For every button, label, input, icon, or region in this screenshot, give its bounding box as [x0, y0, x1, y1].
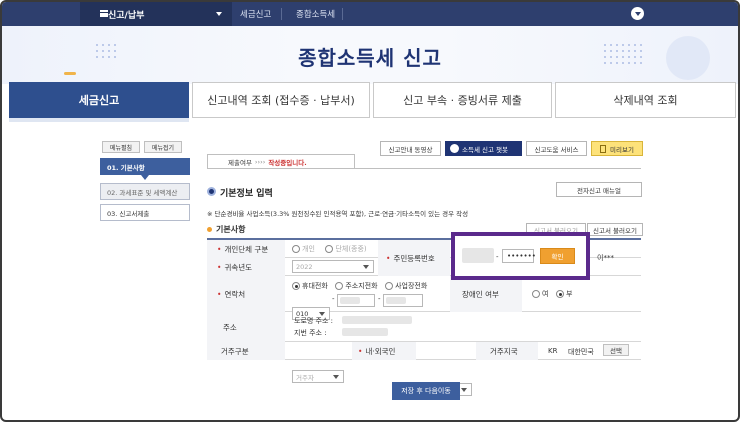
tab-attachments-submission[interactable]: 신고 부속 · 증빙서류 제출 [373, 82, 552, 118]
phone-dash: - [332, 295, 335, 303]
radio-business-phone[interactable] [385, 282, 394, 290]
taxpayer-name-masked: 이*** [597, 254, 614, 262]
country-select-button[interactable]: 선택 [603, 344, 629, 356]
rrn-confirm-button[interactable]: 확인 [540, 248, 575, 264]
page-title: 종합소득세 신고 [298, 46, 442, 70]
expand-nav-button[interactable] [631, 7, 644, 20]
submission-status: 제출여부 ›››› 작성중입니다. [207, 154, 355, 168]
section-title: 기본정보 입력 [220, 189, 273, 199]
notice-text: ※ 단순경비율 사업소득(3.3% 원천징수된 인적용역 포함), 근로·연금·… [207, 210, 469, 218]
radio-mobile-label: 휴대전화 [302, 282, 328, 290]
document-icon [600, 144, 607, 153]
divider [207, 168, 641, 169]
chatbot-label: 소득세 신고 챗봇 [462, 145, 508, 154]
radio-home-phone[interactable] [335, 282, 344, 290]
tax-year-label: 귀속년도 [207, 258, 285, 276]
rrn-front-input[interactable] [462, 248, 494, 263]
phone-middle-input[interactable] [337, 294, 375, 307]
residence-select[interactable]: 거주자 [292, 370, 344, 383]
breadcrumb-divider [281, 8, 282, 20]
masked-value [386, 297, 406, 304]
tab-filing-history[interactable]: 신고내역 조회 (접수증 · 납부서) [192, 82, 370, 118]
section-bullet-icon [207, 187, 216, 196]
radio-individual[interactable] [292, 245, 300, 253]
chatbot-button[interactable]: 소득세 신고 챗봇 [445, 141, 522, 156]
rrn-dash: - [496, 253, 499, 261]
lot-address-label: 지번 주소 : [294, 329, 327, 337]
video-guide-button[interactable]: 신고안내 동영상 [380, 141, 441, 156]
radio-disability-no[interactable] [556, 290, 564, 298]
radio-group-label: 단체(종중) [335, 245, 367, 253]
hamburger-icon [100, 10, 108, 17]
breadcrumb-divider [342, 8, 343, 20]
active-indicator-icon [141, 175, 149, 180]
e-filing-manual-button[interactable]: 전자신고 매뉴얼 [556, 182, 642, 197]
helper-service-button[interactable]: 신고도움 서비스 [526, 141, 587, 156]
radio-disability-yes[interactable] [532, 290, 540, 298]
radio-disability-yes-label: 여 [542, 290, 549, 298]
decorative-dash [64, 72, 76, 75]
radio-disability-no-label: 부 [566, 290, 573, 298]
status-badge: 작성중입니다. [268, 158, 307, 167]
taxpayer-type-label: 개인단체 구분 [207, 240, 285, 258]
residence-label: 거주구분 [207, 342, 285, 360]
save-and-next-button[interactable]: 저장 후 다음이동 [392, 382, 460, 400]
side-menu-item-submit[interactable]: 03. 신고서제출 [100, 204, 190, 221]
preview-label: 미리보기 [610, 145, 634, 154]
contact-label: 연락처 [207, 276, 285, 312]
load-return-button-2[interactable]: 신고서 불러오기 [587, 223, 643, 236]
side-menu-item-basic-info[interactable]: 01. 기본사항 [100, 158, 190, 175]
sub-bullet-icon [207, 227, 212, 232]
rrn-back-input[interactable]: ••••••• [502, 249, 536, 263]
menu-collapse-button[interactable]: 메뉴접기 [144, 141, 182, 153]
status-prefix: 제출여부 [228, 158, 252, 167]
phone-dash: - [378, 295, 381, 303]
tab-deleted-history[interactable]: 삭제내역 조회 [555, 82, 736, 118]
country-name: 대한민국 [568, 348, 594, 356]
masked-value [340, 297, 360, 304]
menu-label: 신고/납부 [108, 10, 145, 21]
address-label: 주소 [207, 312, 285, 342]
breadcrumb-item-income-tax[interactable]: 종합소득세 [296, 2, 335, 26]
radio-group[interactable] [325, 245, 334, 253]
rrn-label: 주민등록번호 [378, 240, 450, 276]
breadcrumb-item-tax-filing[interactable]: 세금신고 [240, 2, 271, 26]
preview-button[interactable]: 미리보기 [591, 141, 643, 156]
chevron-down-icon [634, 12, 641, 16]
chevron-down-icon [216, 12, 222, 16]
radio-mobile[interactable] [292, 282, 300, 290]
tax-year-select[interactable]: 2022 [292, 260, 374, 273]
road-address-value [342, 316, 412, 324]
road-address-label: 도로명 주소 : [294, 317, 334, 325]
disability-radios[interactable]: 여 부 [532, 289, 572, 299]
country-code: KR [548, 347, 558, 355]
menu-dropdown-button[interactable]: 신고/납부 [80, 2, 232, 26]
browser-frame: 신고/납부 세금신고 종합소득세 종합소득세 신고 세금신고 신고내역 조회 (… [0, 0, 740, 422]
taxpayer-type-radios[interactable]: 개인 단체(종중) [292, 244, 367, 254]
contact-type-radios[interactable]: 휴대전화 주소지전화 사업장전화 [292, 281, 427, 291]
chatbot-icon [450, 144, 459, 153]
menu-expand-button[interactable]: 메뉴펼침 [102, 141, 140, 153]
sub-section-title: 기본사항 [216, 225, 246, 234]
nationality-label: 내·외국인 [352, 342, 416, 360]
disability-label: 장애인 여부 [450, 276, 522, 312]
status-arrows: ›››› [254, 157, 266, 166]
phone-last-input[interactable] [383, 294, 423, 307]
radio-home-phone-label: 주소지전화 [345, 282, 378, 290]
country-label: 거주지국 [476, 342, 538, 360]
side-menu-item-tax-calc[interactable]: 02. 과세표준 및 세액계산 [100, 183, 190, 200]
tab-tax-filing[interactable]: 세금신고 [9, 82, 189, 118]
lot-address-value [342, 328, 388, 336]
radio-individual-label: 개인 [302, 245, 315, 253]
radio-business-phone-label: 사업장전화 [395, 282, 428, 290]
